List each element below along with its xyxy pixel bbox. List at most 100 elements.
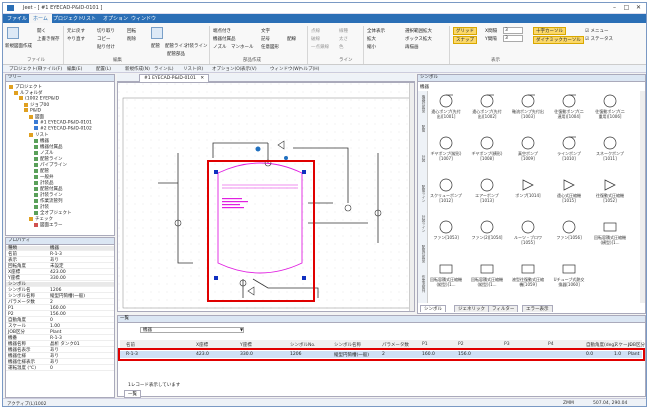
redo-button[interactable]: やり直す <box>67 36 85 42</box>
menu-item-2[interactable]: 編集(E) <box>67 66 82 72</box>
column-header[interactable]: P3 <box>504 342 510 347</box>
pipe-parts-button[interactable]: 配管部品 <box>167 51 185 57</box>
symbol-item[interactable]: 回転容積式圧縮機(縦型)[1... <box>430 259 462 296</box>
doc-tab-close-icon[interactable]: ✕ <box>200 76 204 81</box>
symbol-tab-3[interactable]: エラー表示 <box>522 305 553 312</box>
property-row[interactable]: 名前 R-1-3 <box>6 252 114 257</box>
symbol-item[interactable]: 往復動ポンプ(二重用)[1006] <box>594 91 626 128</box>
crosshair-toggle[interactable]: 十字カーソル <box>533 27 566 35</box>
equipment-accessory-button[interactable]: 機器付属品 <box>213 36 236 42</box>
menu-item-4[interactable]: 新規作成(N) <box>125 66 150 72</box>
property-row[interactable]: 機器名称 晶析 タンク01 <box>6 342 114 347</box>
redraw-button[interactable]: 再描画 <box>405 44 419 50</box>
symbol-side-tab[interactable]: 配管ライン <box>419 185 427 213</box>
y-interval-input[interactable]: 3 <box>503 35 523 42</box>
list-kind-select[interactable]: 機器 <box>140 327 244 333</box>
dashed-line-button[interactable]: 破線 <box>311 36 320 42</box>
property-row[interactable]: 回転角度 未設定 <box>6 264 114 269</box>
ribbon-tab-2[interactable]: プロジェクト <box>53 15 83 22</box>
symbol-side-tab[interactable]: 機器付属品 <box>419 95 427 123</box>
menu-item-3[interactable]: 配置(L) <box>96 66 111 72</box>
doc-tab-active[interactable]: #1 EYECAD-P&ID-0101 ✕ <box>139 74 210 82</box>
property-row[interactable]: 種類 機器 <box>6 246 114 251</box>
zoom-in-button[interactable]: 拡大 <box>367 36 376 42</box>
symbol-item[interactable]: ポンプ[1014] <box>512 175 544 212</box>
pipe-icon[interactable] <box>151 27 163 39</box>
property-row[interactable]: X座標 423.00 <box>6 270 114 275</box>
property-row[interactable]: 機器名表示 あり <box>6 348 114 353</box>
list-tab[interactable]: 一覧 <box>124 390 141 398</box>
delete-button[interactable]: 削除 <box>127 36 136 42</box>
property-row[interactable]: P1 160.00 <box>6 306 114 311</box>
symbol-item[interactable]: 往復動式圧縮機[1052] <box>594 175 626 212</box>
symbol-item[interactable]: Uチューブ式熱交換器[1060] <box>553 259 585 296</box>
property-row[interactable]: Y座標 330.00 <box>6 276 114 281</box>
instrument-line-button[interactable]: 計装ライン <box>185 43 208 49</box>
pipe-button[interactable]: 配管 <box>151 43 160 49</box>
dash-dot-line-button[interactable]: 一点鎖線 <box>311 44 329 50</box>
symbol-item[interactable]: 遠心式圧縮機[1015] <box>553 175 585 212</box>
symbol-item[interactable]: ファン[1053] <box>430 217 462 254</box>
zoom-selection-button[interactable]: 選択範囲拡大 <box>405 28 432 34</box>
line-color-button[interactable]: 色 <box>339 44 344 50</box>
property-row[interactable]: シンボル名称 縦型円筒槽(一般) <box>6 294 114 299</box>
tree-item[interactable]: #2 EYECAD-P&ID-0102 <box>34 126 92 132</box>
new-drawing-icon[interactable] <box>7 27 19 39</box>
undo-button[interactable]: 元に戻す <box>67 28 85 34</box>
symbol-item[interactable]: ギヤポンプ(横形)[1008] <box>471 133 503 170</box>
symbol-item[interactable]: ファン[1056] <box>553 217 585 254</box>
property-row[interactable]: シンボル <box>6 282 114 287</box>
property-row[interactable]: 運転温度 (℃) 0 <box>6 366 114 371</box>
cut-button[interactable]: 切り取り <box>97 28 115 34</box>
symbol-item[interactable]: ギヤポンプ(縦形)[1007] <box>430 133 462 170</box>
snap-toggle[interactable]: スナップ <box>453 36 477 44</box>
box-zoom-button[interactable]: ボックス拡大 <box>405 36 432 42</box>
symbol-side-tab[interactable]: 計装ライン <box>419 215 427 243</box>
symbol-item[interactable]: 回転容積式圧縮機(縦型)[1... <box>471 259 503 296</box>
close-button[interactable]: ✕ <box>633 4 644 12</box>
symbol-item[interactable]: スクリューポンプ[1012] <box>430 175 462 212</box>
line-width-button[interactable]: 太さ <box>339 36 348 42</box>
wiring-button[interactable]: 配線 <box>287 36 296 42</box>
x-interval-input[interactable]: 3 <box>503 27 523 34</box>
column-header[interactable]: P2 <box>458 342 464 347</box>
tree-item[interactable]: #1 EYECAD-P&ID-0101 <box>34 120 92 126</box>
symbol-item[interactable]: 回転容積式圧縮機(横型)[1... <box>594 217 626 254</box>
menu-item-8[interactable]: 表示(V) <box>241 66 257 72</box>
line-type-button[interactable]: 線種 <box>339 28 348 34</box>
menu-item-7[interactable]: オプション(O) <box>212 66 242 72</box>
ribbon-tab-4[interactable]: オプション <box>103 15 128 22</box>
property-row[interactable]: スケール 1.00 <box>6 324 114 329</box>
rotate-button[interactable]: 回転 <box>127 28 136 34</box>
fit-all-button[interactable]: 全体表示 <box>367 28 385 34</box>
ribbon-tab-0[interactable]: ファイル <box>7 15 27 22</box>
symbol-item[interactable]: エアーポンプ[1013] <box>471 175 503 212</box>
copy-button[interactable]: コピー <box>97 36 111 42</box>
symbol-side-tab[interactable]: 配管 <box>419 125 427 153</box>
property-row[interactable]: P2 156.00 <box>6 312 114 317</box>
paste-button[interactable]: 貼り付け <box>97 44 115 50</box>
menu-item-9[interactable]: ウィンドウ(W) <box>270 66 300 72</box>
property-row[interactable]: 機器仕様 あり <box>6 354 114 359</box>
symbol-item[interactable]: 液型往復動式圧縮機[1059] <box>512 259 544 296</box>
open-button[interactable]: 開く <box>37 28 46 34</box>
property-row[interactable]: 表示 あり <box>6 258 114 263</box>
nozzle-button[interactable]: ノズル <box>213 44 227 50</box>
symbol-item[interactable]: 遠心ポンプ(先付出)[1002] <box>471 91 503 128</box>
endpoint-button[interactable]: 端点付き <box>213 28 231 34</box>
list-kind-chevron-icon[interactable]: ▼ <box>240 327 243 332</box>
status-checkbox[interactable]: ☑ ステータス <box>585 36 613 42</box>
minimize-button[interactable]: – <box>609 4 620 12</box>
maximize-button[interactable]: □ <box>621 4 632 12</box>
ribbon-tab-5[interactable]: ウィンドウ <box>131 15 156 22</box>
tree-item[interactable]: 図面エラー <box>34 222 63 228</box>
symbol-item[interactable]: ファン(2)[1054] <box>471 217 503 254</box>
property-row[interactable]: JOB区分 Plant <box>6 330 114 335</box>
menu-checkbox[interactable]: ☑ メニュー <box>585 28 608 34</box>
symbol-item[interactable]: 軸流ポンプ先付出[1003] <box>512 91 544 128</box>
free-shape-button[interactable]: 任意図形 <box>261 44 279 50</box>
menu-item-1[interactable]: ファイル(F) <box>38 66 62 72</box>
symbol-scrollbar[interactable] <box>640 91 645 303</box>
column-header[interactable]: P1 <box>422 342 428 347</box>
dotted-line-button[interactable]: 点線 <box>311 28 320 34</box>
